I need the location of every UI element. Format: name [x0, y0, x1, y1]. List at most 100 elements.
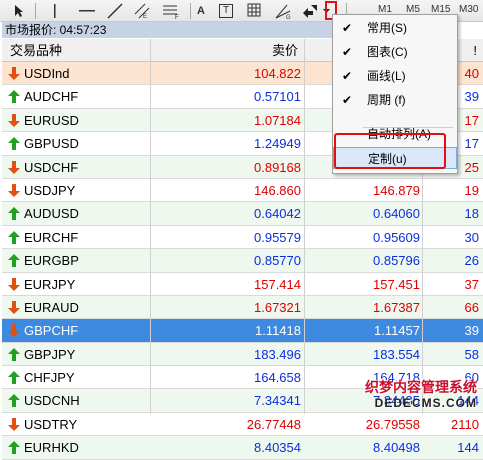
menu-item[interactable]: ✔ 周期 (f) [333, 89, 457, 111]
symbol-cell: EURHKD [24, 440, 79, 456]
column-divider [304, 39, 305, 414]
table-row[interactable]: EURJPY 157.414 157.451 37 [2, 273, 483, 296]
spread-cell: 37 [464, 276, 479, 292]
bid-cell: 157.414 [254, 276, 301, 292]
bid-cell: 1.07184 [254, 112, 301, 128]
text-label-glyph: T [218, 4, 234, 18]
bid-cell: 1.67321 [254, 299, 301, 315]
symbol-cell: AUDCHF [24, 89, 79, 105]
column-header-symbol[interactable]: 交易品种 [2, 39, 150, 62]
arrow-down-icon [8, 183, 20, 197]
ask-cell: 0.85796 [373, 253, 420, 269]
table-row[interactable]: USDTRY 26.77448 26.79558 2110 [2, 413, 483, 437]
watermark-domain: DEDECMS.COM [374, 396, 477, 410]
toolbar-divider [35, 3, 36, 19]
symbol-cell: EURAUD [24, 299, 79, 315]
spread-cell: 144 [457, 440, 479, 456]
arrows-icon[interactable] [300, 3, 320, 19]
cursor-icon[interactable] [12, 3, 26, 19]
spread-cell: 30 [464, 229, 479, 245]
menu-item-label: 画线(L) [367, 69, 406, 83]
symbol-cell: GBPUSD [24, 136, 79, 152]
menu-item[interactable]: ✔ 画线(L) [333, 65, 457, 87]
bid-cell: 164.658 [254, 370, 301, 386]
symbol-cell: USDInd [24, 66, 70, 81]
watermark-title: 织梦内容管理系统 [365, 379, 477, 395]
table-row[interactable]: EURHKD 8.40354 8.40498 144 [2, 436, 483, 460]
symbol-cell: USDCHF [24, 159, 79, 175]
arrow-down-icon [8, 67, 20, 80]
bid-cell: 0.64042 [254, 206, 301, 222]
arrow-up-icon [8, 347, 20, 361]
channel-icon[interactable]: E [133, 3, 151, 19]
trendline-icon[interactable] [106, 3, 124, 19]
check-icon: ✔ [342, 45, 353, 59]
arrow-down-icon [8, 300, 20, 314]
table-row[interactable]: GBPCHF 1.11418 1.11457 39 [2, 319, 483, 343]
table-row[interactable]: GBPJPY 183.496 183.554 58 [2, 342, 483, 367]
arrow-up-icon [8, 254, 20, 268]
arrow-up-icon [8, 441, 20, 455]
svg-text:F: F [175, 15, 179, 19]
spread-cell: 18 [464, 206, 479, 222]
bid-cell: 0.89168 [254, 159, 301, 175]
arrow-up-icon [8, 137, 20, 151]
fibonacci-icon[interactable]: F [162, 3, 182, 19]
column-divider [150, 39, 151, 414]
spread-cell: 26 [464, 253, 479, 269]
menu-item[interactable]: ✔ 图表(C) [333, 41, 457, 63]
ask-cell: 8.40498 [373, 440, 420, 456]
symbol-cell: CHFJPY [24, 370, 75, 386]
arrow-down-icon [8, 113, 20, 127]
ask-cell: 146.879 [373, 182, 420, 198]
grid-icon[interactable] [246, 3, 264, 19]
horizontal-line-icon[interactable] [78, 3, 96, 19]
ask-cell: 183.554 [373, 346, 420, 362]
arrow-down-icon [8, 277, 20, 291]
table-row[interactable]: AUDUSD 0.64042 0.64060 18 [2, 202, 483, 226]
bid-cell: 104.822 [254, 66, 301, 81]
table-row[interactable]: EURGBP 0.85770 0.85796 26 [2, 249, 483, 273]
arrow-down-icon [8, 324, 20, 338]
arrow-up-icon [8, 230, 20, 244]
menu-item-label: 图表(C) [367, 45, 408, 59]
timeframe-m30[interactable]: M30 [459, 4, 478, 15]
bid-cell: 1.24949 [254, 136, 301, 152]
ask-cell: 1.67387 [373, 299, 420, 315]
check-icon: ✔ [342, 21, 353, 35]
menu-item-label: 周期 (f) [367, 93, 406, 107]
symbol-cell: EURJPY [24, 276, 76, 292]
text-label-icon[interactable]: T [218, 3, 234, 19]
menu-item[interactable]: ✔ 常用(S) [333, 17, 457, 39]
bid-cell: 26.77448 [246, 416, 301, 432]
bid-cell: 146.860 [254, 182, 301, 198]
table-row[interactable]: EURCHF 0.95579 0.95609 30 [2, 226, 483, 250]
arrow-up-icon [8, 207, 20, 221]
text-tool-icon[interactable]: A [194, 3, 208, 19]
vertical-line-icon[interactable] [48, 3, 62, 19]
symbol-cell: USDCNH [24, 393, 80, 409]
arrow-up-icon [8, 90, 20, 104]
arrow-down-icon [8, 417, 20, 431]
watermark-logo: 织梦内容管理系统 DEDECMS.COM [362, 374, 483, 414]
ask-cell: 26.79558 [365, 416, 420, 432]
symbol-cell: GBPJPY [24, 346, 76, 362]
spread-cell: 58 [464, 346, 479, 362]
market-watch-title: 市场报价: 04:57:23 [2, 22, 332, 38]
symbol-cell: GBPCHF [24, 323, 79, 339]
symbol-cell: USDTRY [24, 416, 78, 432]
arrow-up-icon [8, 394, 20, 408]
arrow-up-icon [8, 371, 20, 385]
table-row[interactable]: USDJPY 146.860 146.879 19 [2, 179, 483, 203]
table-row[interactable]: EURAUD 1.67321 1.67387 66 [2, 295, 483, 320]
symbol-cell: AUDUSD [24, 206, 79, 222]
column-header-bid[interactable]: 卖价 [150, 39, 304, 62]
bid-cell: 7.34341 [254, 393, 301, 409]
ask-cell: 0.95609 [373, 229, 420, 245]
check-icon: ✔ [342, 69, 353, 83]
bid-cell: 1.11418 [254, 323, 301, 339]
svg-text:E: E [143, 14, 147, 19]
gann-icon[interactable]: G [274, 3, 292, 19]
bid-cell: 0.57101 [254, 89, 301, 105]
check-icon: ✔ [342, 93, 353, 107]
